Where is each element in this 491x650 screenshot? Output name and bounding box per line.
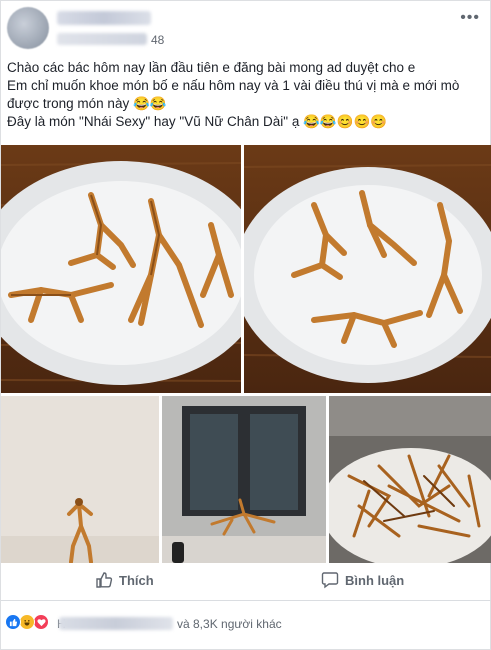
like-button[interactable]: Thích — [95, 571, 154, 589]
photo-grid — [1, 145, 491, 563]
reactor-name-blurred[interactable] — [59, 617, 173, 630]
action-bar: Thích Bình luận — [1, 563, 491, 601]
avatar[interactable] — [7, 7, 49, 49]
post-line: Đây là món "Nhái Sexy" hay "Vũ Nữ Chân D… — [7, 114, 388, 129]
photo-frog-plate-2[interactable] — [244, 145, 491, 393]
photo-frog-plate-1[interactable] — [1, 145, 241, 393]
more-options-icon[interactable]: ••• — [460, 9, 480, 27]
author-name-blurred[interactable] — [57, 11, 151, 25]
comment-button[interactable]: Bình luận — [321, 571, 404, 589]
post-header: 48 ••• — [1, 1, 491, 57]
reaction-summary[interactable]: H và 8,3K người khác — [1, 605, 491, 639]
post-card: 48 ••• Chào các bác hôm nay lần đầu tiên… — [0, 0, 491, 650]
photo-frog-standing[interactable] — [1, 396, 159, 563]
post-line: được trong món này 😂😂 — [7, 96, 167, 111]
haha-icon — [19, 614, 35, 630]
timestamp-blurred[interactable] — [57, 33, 147, 45]
reactors-count[interactable]: và 8,3K người khác — [177, 617, 282, 631]
comment-label: Bình luận — [345, 572, 405, 588]
photo-frog-balancing[interactable] — [162, 396, 326, 563]
post-line: Chào các bác hôm nay lần đầu tiên e đăng… — [7, 60, 416, 75]
comment-icon — [321, 572, 339, 589]
thumbs-up-icon — [96, 572, 113, 588]
love-icon — [33, 614, 49, 630]
post-text: Chào các bác hôm nay lần đầu tiên e đăng… — [7, 59, 487, 131]
post-line: Em chỉ muốn khoe món bố e nấu hôm nay và… — [7, 78, 460, 93]
like-label: Thích — [119, 572, 154, 588]
like-icon — [5, 614, 21, 630]
timestamp-suffix: 48 — [151, 33, 165, 47]
photo-fried-frogs-pile[interactable] — [329, 396, 491, 563]
